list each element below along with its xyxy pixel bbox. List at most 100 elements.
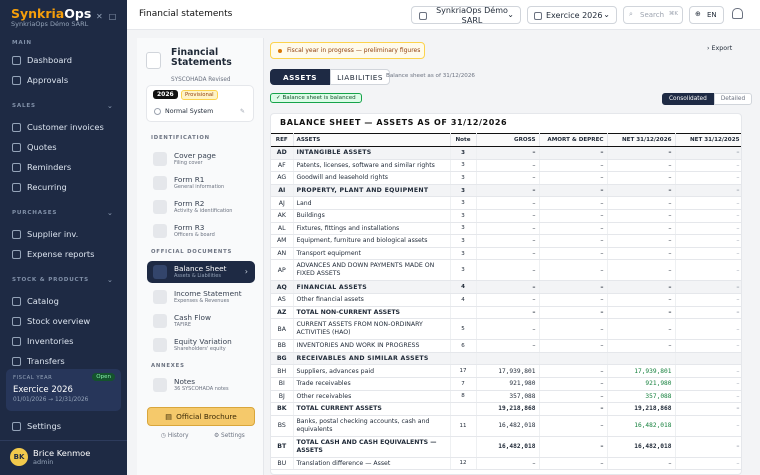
nav-income-statement[interactable]: Income Statement Expenses & Revenues [147, 286, 255, 308]
nav-form-r3[interactable]: Form R3 Officers & board [147, 220, 255, 242]
catalog-icon [12, 296, 21, 306]
sidebar-toggle-icons[interactable]: ✕□ [96, 12, 122, 21]
gear-icon: ⚙ [214, 433, 220, 439]
nav-balance-sheet[interactable]: Balance Sheet Assets & Liabilities › [147, 261, 255, 283]
brand-logo: SynkriaOps [11, 6, 92, 21]
table-row: AL Fixtures, fittings and installations 3–… [271, 222, 741, 236]
avatar: BK [10, 448, 28, 466]
table-row: BU Translation difference — Asset 12– – – – [271, 457, 741, 471]
user-profile[interactable]: BK Brice Kenmoe admin [0, 440, 127, 475]
stock-icon [12, 316, 21, 326]
table-row: AP ADVANCES AND DOWN PAYMENTS MADE ON FIX… [271, 259, 741, 282]
chart-icon [153, 290, 167, 304]
sidebar: SynkriaOps SynkriaOps Démo SARL ✕□ MAIN … [0, 0, 127, 475]
warning-dot-icon [278, 48, 282, 53]
table-row: AQ FINANCIAL ASSETS 4– – – – [271, 280, 741, 294]
sidebar-item-reminders[interactable]: Reminders [0, 158, 127, 176]
language-selector[interactable]: ⊕ EN [689, 6, 724, 24]
dashboard-icon [12, 55, 21, 65]
sidebar-item-settings[interactable]: Settings [0, 417, 127, 435]
bell-icon[interactable] [732, 8, 743, 19]
nav-equity-variation[interactable]: Equity Variation Shareholders' equity [147, 334, 255, 356]
settings-link[interactable]: ⚙ Settings [214, 433, 245, 439]
year-card[interactable]: 2026 Provisional Normal System ✎ [146, 85, 254, 122]
section-sales[interactable]: SALES ⌄ [12, 102, 113, 110]
sidebar-item-recurring[interactable]: Recurring [0, 178, 127, 196]
invoice-icon [12, 122, 21, 132]
card-title: BALANCE SHEET — ASSETS AS OF 31/12/2026 [280, 118, 508, 127]
table-row: AI PROPERTY, PLANT AND EQUIPMENT 3– – – – [271, 184, 741, 198]
form-icon [153, 200, 167, 214]
table-row: AD INTANGIBLE ASSETS 3– – – – [271, 146, 741, 160]
table-row: AZ TOTAL NON-CURRENT ASSETS – – – – [271, 305, 741, 320]
org-name: SynkriaOps Démo SARL [11, 20, 89, 28]
page-title: Financial statements [139, 9, 233, 19]
tab-assets[interactable]: ASSETS [270, 69, 331, 85]
sidebar-item-quotes[interactable]: Quotes [0, 138, 127, 156]
search-icon: ⌕ [629, 10, 633, 18]
table-row: AJ Land 3– – – – [271, 196, 741, 210]
edit-icon[interactable]: ✎ [240, 108, 245, 115]
sidebar-item-expense-reports[interactable]: Expense reports [0, 245, 127, 263]
table-row: BT TOTAL CASH AND CASH EQUIVALENTS — ASSE… [271, 435, 741, 458]
section-stock[interactable]: STOCK & PRODUCTS ⌄ [12, 276, 113, 284]
sidebar-item-stock-overview[interactable]: Stock overview [0, 312, 127, 330]
nav-notes[interactable]: Notes 36 SYSCOHADA notes [147, 374, 255, 396]
chevron-down-icon: ⌄ [603, 10, 610, 19]
nav-form-r2[interactable]: Form R2 Activity & identification [147, 196, 255, 218]
assets-table: REF ASSETS Note GROSS AMORT & DEPREC NET 31/1… [271, 133, 741, 471]
gear-icon [12, 421, 21, 431]
exercise-selector[interactable]: Exercice 2026 ⌄ [527, 6, 617, 24]
nav-form-r1[interactable]: Form R1 General information [147, 172, 255, 194]
book-icon: ▤ [165, 412, 173, 421]
status-badge: Provisional [181, 90, 218, 100]
recurring-icon [12, 182, 21, 192]
nav-cover-page[interactable]: Cover page Filing cover [147, 148, 255, 170]
sidebar-item-catalog[interactable]: Catalog [0, 292, 127, 310]
balanced-badge: ✓ Balance sheet is balanced [270, 93, 362, 103]
company-selector[interactable]: SynkriaOps Démo SARL ⌄ [411, 6, 521, 25]
reminder-icon [12, 162, 21, 172]
form-icon [153, 224, 167, 238]
expense-icon [12, 249, 21, 259]
sidebar-item-supplier-invoices[interactable]: Supplier inv. [0, 225, 127, 243]
history-link[interactable]: ◷ History [161, 433, 189, 439]
toggle-consolidated[interactable]: Consolidated [662, 93, 714, 105]
sidebar-item-approvals[interactable]: Approvals [0, 71, 127, 89]
document-icon [146, 52, 161, 69]
toggle-detailed[interactable]: Detailed [713, 93, 753, 105]
sidebar-item-dashboard[interactable]: Dashboard [0, 51, 127, 69]
search-input[interactable]: ⌕ Search ⌘K [623, 6, 683, 24]
view-toggle: Consolidated Detailed [662, 93, 753, 105]
sidebar-item-customer-invoices[interactable]: Customer invoices [0, 118, 127, 136]
supplier-icon [12, 229, 21, 239]
status-badge: Open [92, 373, 115, 381]
cash-icon [153, 314, 167, 328]
quote-icon [12, 142, 21, 152]
radio-icon [154, 108, 161, 115]
official-brochure-button[interactable]: ▤ Official Brochure [147, 407, 255, 426]
nav-cash-flow[interactable]: Cash Flow TAFIRE [147, 310, 255, 332]
calendar-icon [534, 12, 542, 20]
section-purchases[interactable]: PURCHASES ⌄ [12, 209, 113, 217]
top-bar: Financial statements SynkriaOps Démo SAR… [127, 0, 760, 30]
table-row: AF Patents, licenses, software and simila… [271, 159, 741, 173]
balance-icon [153, 265, 167, 279]
export-button[interactable]: › Export [707, 45, 732, 52]
table-row: BK TOTAL CURRENT ASSETS 19,218,868–19,218,… [271, 402, 741, 416]
tab-liabilities[interactable]: LIABILITIES [330, 69, 391, 85]
chevron-icon: › [707, 45, 710, 52]
section-main: MAIN [12, 40, 32, 46]
balance-sheet-card: BALANCE SHEET — ASSETS AS OF 31/12/2026 … [270, 113, 742, 475]
table-row: BI Trade receivables 7 921,980–921,980– [271, 377, 741, 391]
sidebar-item-inventories[interactable]: Inventories [0, 332, 127, 350]
fiscal-year-card[interactable]: FISCAL YEAR Open Exercice 2026 01/01/202… [6, 369, 121, 411]
table-row: BJ Other receivables 8 357,088–357,088– [271, 390, 741, 404]
approvals-icon [12, 75, 21, 85]
table-row: AN Transport equipment 3– – – – [271, 247, 741, 261]
globe-icon: ⊕ [695, 10, 701, 18]
transfer-icon [12, 356, 21, 366]
sidebar-item-transfers[interactable]: Transfers [0, 352, 127, 370]
main-content: Fiscal year in progress — preliminary fi… [264, 30, 760, 475]
table-row: AK Buildings 3– – – – [271, 209, 741, 223]
